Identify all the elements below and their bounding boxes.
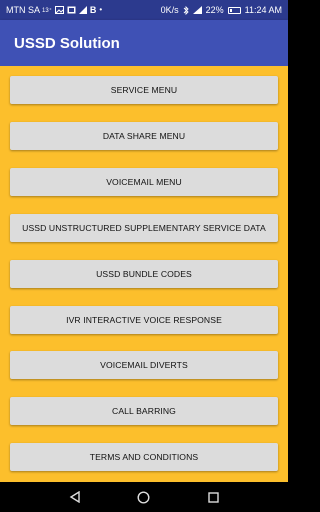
app-title: USSD Solution [14,34,120,52]
more-dots-icon: • [99,5,103,14]
image-icon [54,6,64,14]
ussd-service-data-button[interactable]: USSD UNSTRUCTURED SUPPLEMENTARY SERVICE … [10,214,278,242]
network-badge: 13⁺ [42,7,52,14]
voicemail-menu-button[interactable]: VOICEMAIL MENU [10,168,278,196]
carrier-label: MTN SA [6,5,41,15]
menu-container: SERVICE MENU DATA SHARE MENU VOICEMAIL M… [0,66,288,482]
home-circle-icon[interactable] [129,482,159,512]
back-triangle-icon[interactable] [60,482,90,512]
voicemail-diverts-button[interactable]: VOICEMAIL DIVERTS [10,351,278,379]
call-barring-button[interactable]: CALL BARRING [10,397,278,425]
app-bar: USSD Solution [0,20,288,66]
navigation-bar [0,482,288,512]
battery-icon [227,6,241,14]
ussd-bundle-codes-button[interactable]: USSD BUNDLE CODES [10,260,278,288]
gallery-icon [67,6,76,14]
bluetooth-b-icon: B [89,4,97,15]
service-menu-button[interactable]: SERVICE MENU [10,76,278,104]
ivr-voice-response-button[interactable]: IVR INTERACTIVE VOICE RESPONSE [10,306,278,334]
notification-icon [78,6,87,14]
terms-and-conditions-button[interactable]: TERMS AND CONDITIONS [10,443,278,471]
bluetooth-icon [183,5,189,15]
battery-percent: 22% [205,5,224,15]
data-share-menu-button[interactable]: DATA SHARE MENU [10,122,278,150]
recents-square-icon[interactable] [198,482,228,512]
signal-icon [192,6,202,14]
clock: 11:24 AM [244,5,282,15]
speed-label: 0K/s [160,5,179,15]
status-bar: MTN SA 13⁺ B • 0K/s 22% 11:24 AM [0,0,288,20]
